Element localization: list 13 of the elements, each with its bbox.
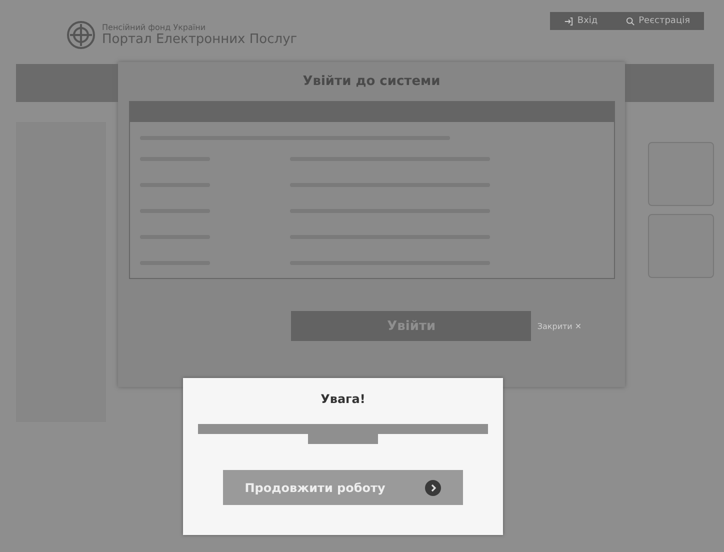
continue-button[interactable]: Продовжити роботу (223, 470, 463, 505)
search-icon (626, 16, 635, 26)
portal-title: Портал Електронних Послуг (102, 32, 298, 47)
close-link[interactable]: Закрити ✕ (537, 322, 582, 330)
emblem-icon (66, 20, 96, 50)
login-button[interactable]: Вхід (550, 12, 612, 30)
chevron-icon (425, 480, 442, 496)
dialog-title: Увійти до системи (302, 73, 440, 91)
tab-bar[interactable] (130, 102, 614, 122)
alert-title: Увага! (320, 392, 366, 406)
organization-name: Пенсійний фонд України (102, 23, 207, 32)
login-icon (564, 16, 574, 26)
register-button[interactable]: Реєстрація (612, 12, 704, 30)
